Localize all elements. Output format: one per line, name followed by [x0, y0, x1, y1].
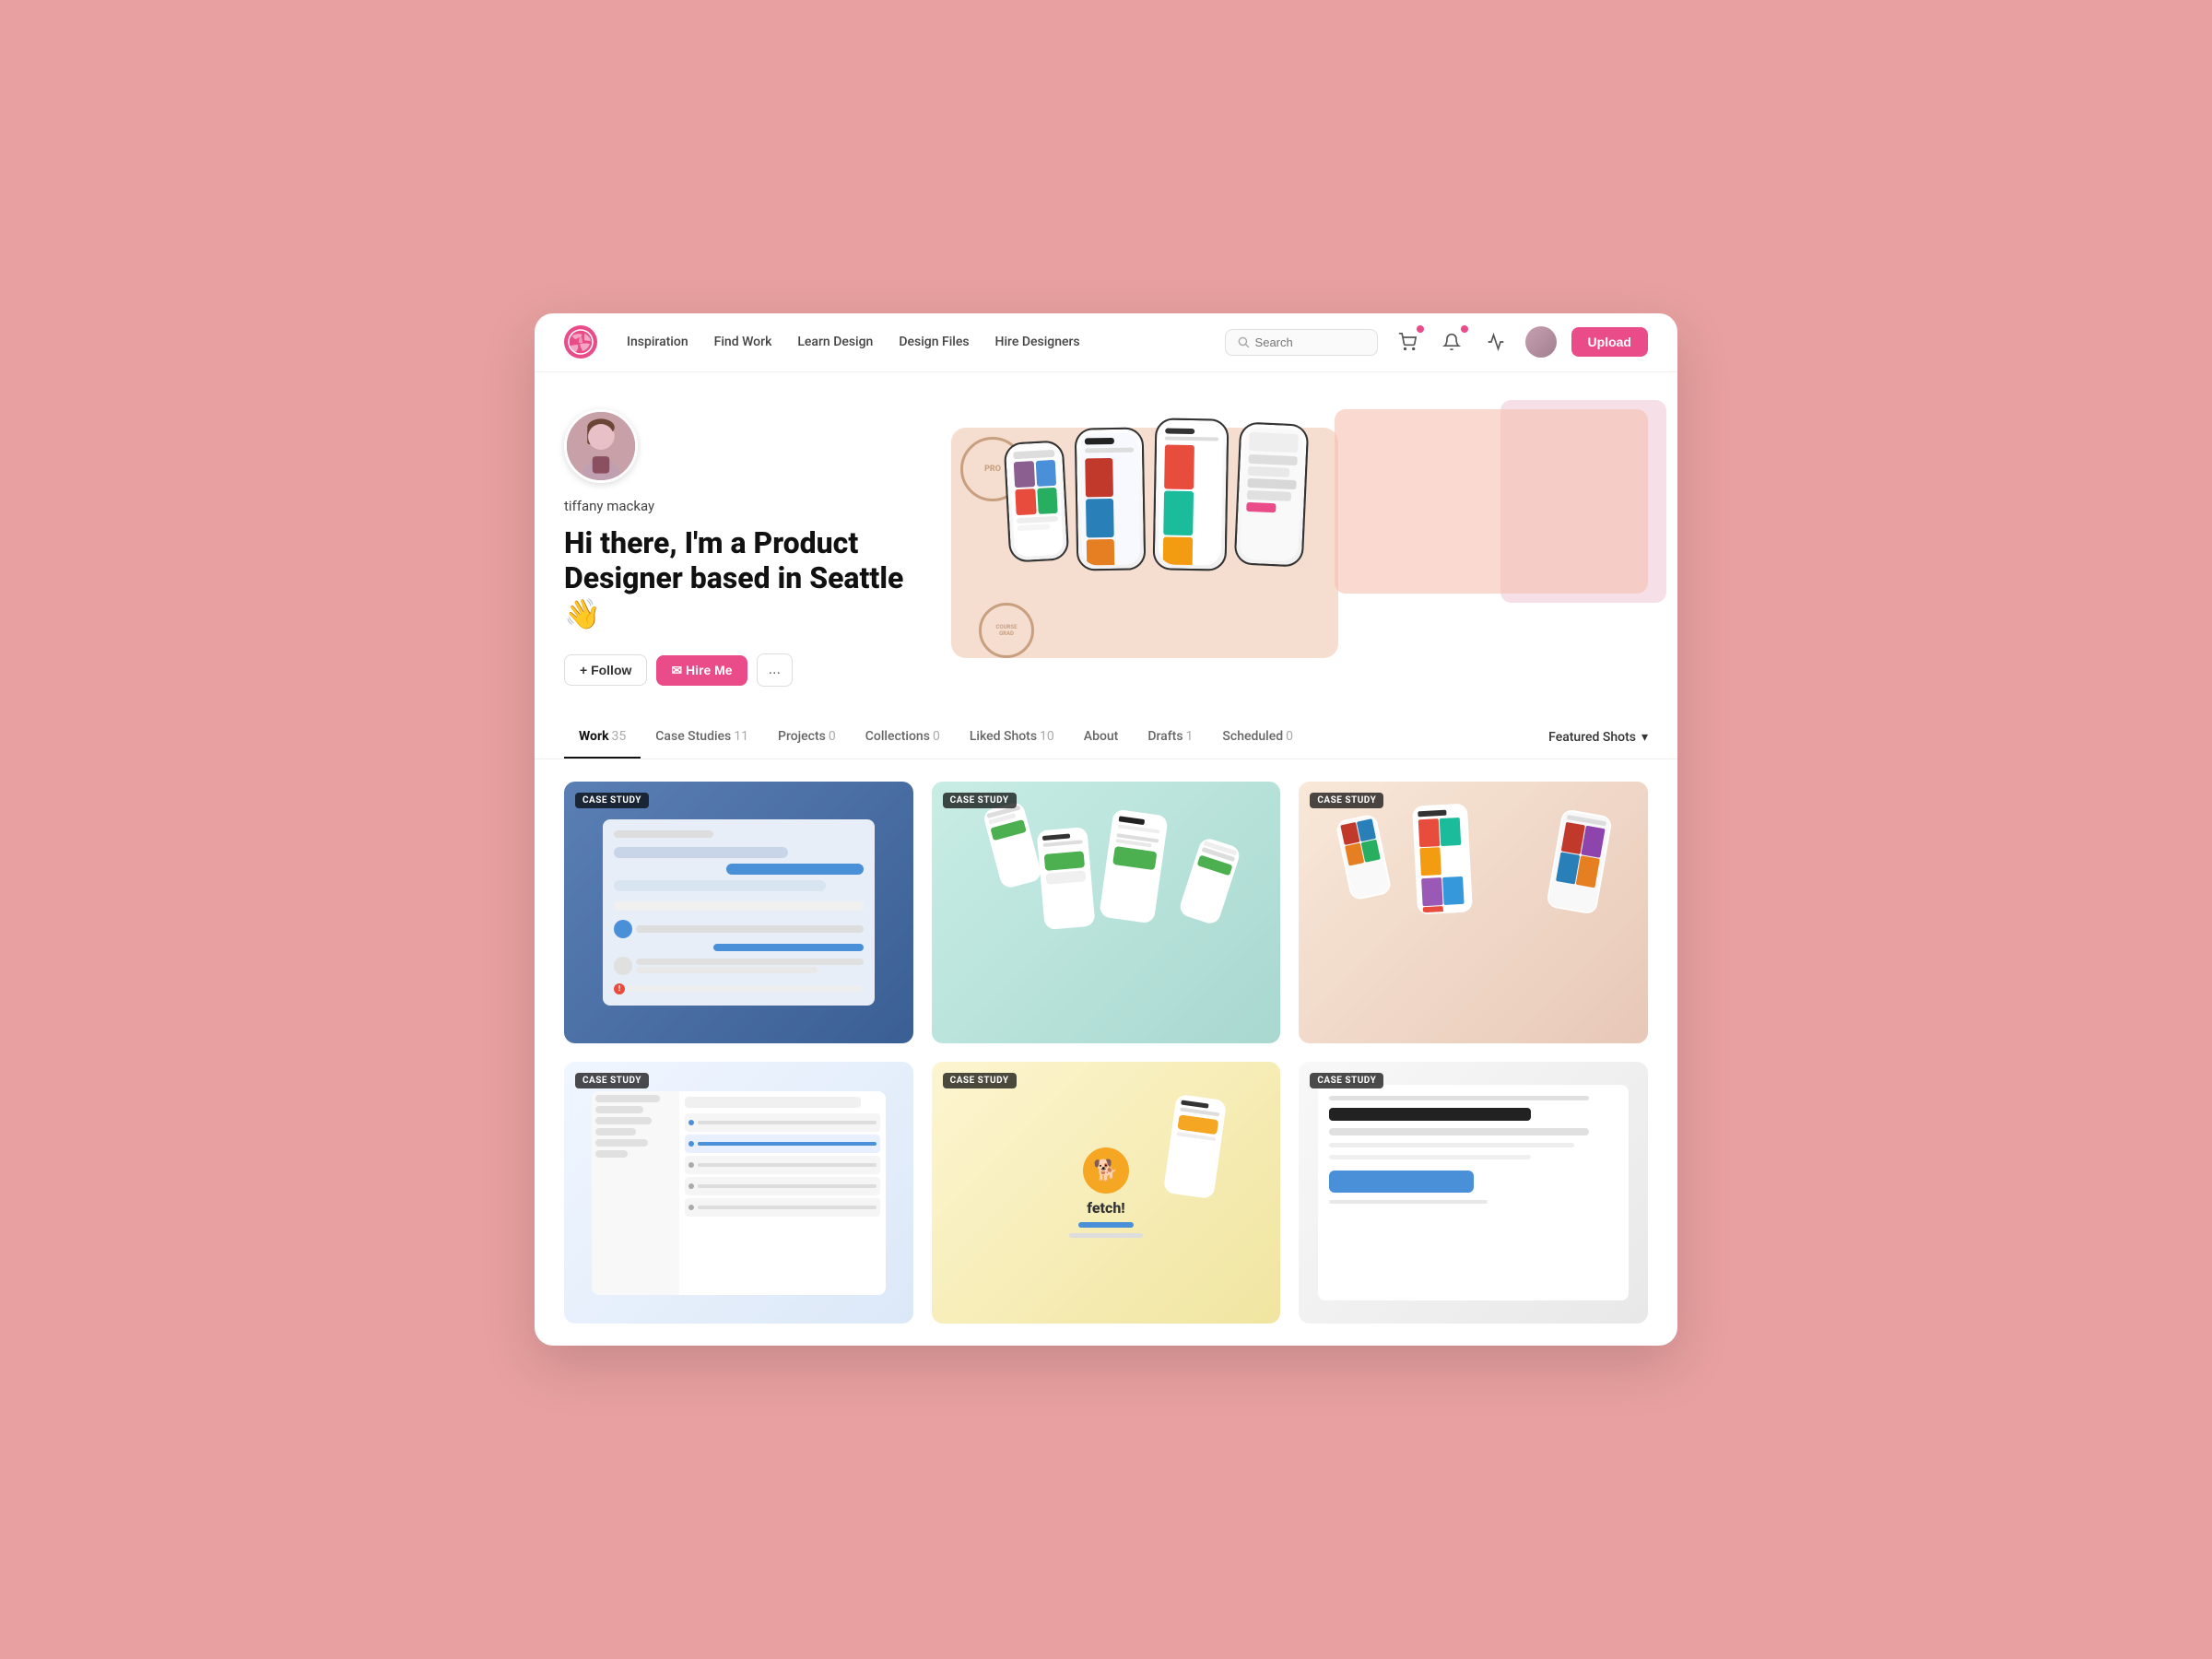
shot-4-content — [564, 1062, 913, 1324]
email-item-4 — [685, 1177, 879, 1195]
navbar: Inspiration Find Work Learn Design Desig… — [535, 313, 1677, 372]
membership-title-bar — [1329, 1108, 1531, 1121]
tab-liked-shots[interactable]: Liked Shots10 — [955, 716, 1069, 759]
email-item-2 — [685, 1135, 879, 1153]
nav-links: Inspiration Find Work Learn Design Desig… — [627, 335, 1080, 349]
portfolio-grid: CASE STUDY — [535, 759, 1677, 1346]
shot-2-content — [932, 782, 1281, 1043]
upload-button[interactable]: Upload — [1571, 327, 1648, 357]
nav-design-files[interactable]: Design Files — [899, 335, 969, 349]
chevron-down-icon: ▾ — [1641, 730, 1648, 745]
analytics-icon-btn[interactable] — [1481, 327, 1511, 357]
shot-6-content — [1299, 1062, 1648, 1324]
course-grad-stamp: COURSEGRAD — [979, 603, 1034, 658]
tab-drafts[interactable]: Drafts1 — [1133, 716, 1207, 759]
case-badge-5: CASE STUDY — [943, 1073, 1017, 1088]
case-badge-2: CASE STUDY — [943, 793, 1017, 808]
profile-actions: + Follow ✉ Hire Me ... — [564, 653, 914, 687]
nav-inspiration[interactable]: Inspiration — [627, 335, 688, 349]
membership-cta-bar — [1329, 1171, 1473, 1193]
email-item-3 — [685, 1156, 879, 1174]
notifications-icon-btn[interactable] — [1437, 327, 1466, 357]
hero-secondary-bg — [1335, 409, 1648, 594]
more-options-button[interactable]: ... — [757, 653, 793, 687]
tab-projects[interactable]: Projects0 — [763, 716, 851, 759]
nav-hire-designers[interactable]: Hire Designers — [995, 335, 1080, 349]
shot3-phone-1 — [1335, 813, 1392, 900]
profile-tabs: Work35 Case Studies11 Projects0 Collecti… — [535, 716, 1677, 759]
search-box[interactable] — [1225, 329, 1378, 356]
profile-username: tiffany mackay — [564, 498, 914, 514]
email-main — [679, 1091, 885, 1295]
user-avatar-nav[interactable] — [1525, 326, 1557, 358]
email-mockup — [592, 1091, 886, 1295]
chat-bubble-mid — [614, 880, 826, 891]
shot-3[interactable]: CASE STUDY — [1299, 782, 1648, 1043]
notifications-badge — [1461, 325, 1468, 333]
shot-1-content: ! — [564, 782, 913, 1043]
shot3-phone-3 — [1546, 808, 1613, 915]
profile-avatar — [564, 409, 638, 483]
membership-sub-bar — [1329, 1128, 1589, 1135]
shot2-phone-3 — [1099, 808, 1169, 924]
profile-hero: tiffany mackay Hi there, I'm a Product D… — [535, 372, 1677, 716]
shot2-phone-1 — [982, 801, 1042, 890]
chat-bubble-right — [726, 864, 864, 875]
phone-4 — [1234, 421, 1310, 567]
nav-find-work[interactable]: Find Work — [714, 335, 772, 349]
shot-4[interactable]: CASE STUDY — [564, 1062, 913, 1324]
nav-learn-design[interactable]: Learn Design — [797, 335, 873, 349]
shot5-phone-1 — [1163, 1094, 1227, 1200]
tab-scheduled[interactable]: Scheduled0 — [1207, 716, 1308, 759]
tab-collections[interactable]: Collections0 — [851, 716, 955, 759]
shot2-phone-4 — [1177, 836, 1241, 926]
browser-window: Inspiration Find Work Learn Design Desig… — [535, 313, 1677, 1346]
shot2-phone-2 — [1036, 827, 1095, 930]
shot-2[interactable]: CASE STUDY — [932, 782, 1281, 1043]
hero-right: PRO COURSEGRAD — [951, 409, 1648, 687]
cart-icon-btn[interactable] — [1393, 327, 1422, 357]
logo[interactable] — [564, 325, 597, 359]
nav-right: Upload — [1225, 326, 1648, 358]
email-sidebar — [592, 1091, 680, 1295]
shot3-phone-2 — [1412, 804, 1473, 915]
shot-5[interactable]: CASE STUDY 🐕 fetch! — [932, 1062, 1281, 1324]
featured-shots-dropdown[interactable]: Featured Shots ▾ — [1548, 717, 1648, 758]
chat-mockup: ! — [603, 819, 875, 1006]
hero-left: tiffany mackay Hi there, I'm a Product D… — [564, 409, 951, 687]
hero-image-area: PRO COURSEGRAD — [951, 409, 1648, 667]
phone-2 — [1075, 427, 1147, 571]
chat-bubble-left — [614, 847, 788, 858]
case-badge-1: CASE STUDY — [575, 793, 649, 808]
case-badge-4: CASE STUDY — [575, 1073, 649, 1088]
profile-headline: Hi there, I'm a Product Designer based i… — [564, 525, 914, 631]
membership-mockup — [1318, 1085, 1629, 1300]
case-badge-3: CASE STUDY — [1310, 793, 1383, 808]
hire-me-button[interactable]: ✉ Hire Me — [656, 655, 747, 686]
phone-3 — [1153, 418, 1230, 571]
search-input[interactable] — [1255, 335, 1366, 349]
tab-case-studies[interactable]: Case Studies11 — [641, 716, 763, 759]
tab-work[interactable]: Work35 — [564, 716, 641, 759]
tab-about[interactable]: About — [1069, 716, 1134, 759]
shot-5-content: 🐕 fetch! — [932, 1062, 1281, 1324]
phones-display — [1006, 418, 1306, 571]
shot-3-content — [1299, 782, 1648, 1043]
phone-1 — [1004, 440, 1070, 562]
shot-6[interactable]: CASE STUDY — [1299, 1062, 1648, 1324]
follow-button[interactable]: + Follow — [564, 654, 647, 686]
cart-badge — [1417, 325, 1424, 333]
shot-1[interactable]: CASE STUDY — [564, 782, 913, 1043]
email-item-5 — [685, 1198, 879, 1217]
email-item-1 — [685, 1113, 879, 1132]
case-badge-6: CASE STUDY — [1310, 1073, 1383, 1088]
